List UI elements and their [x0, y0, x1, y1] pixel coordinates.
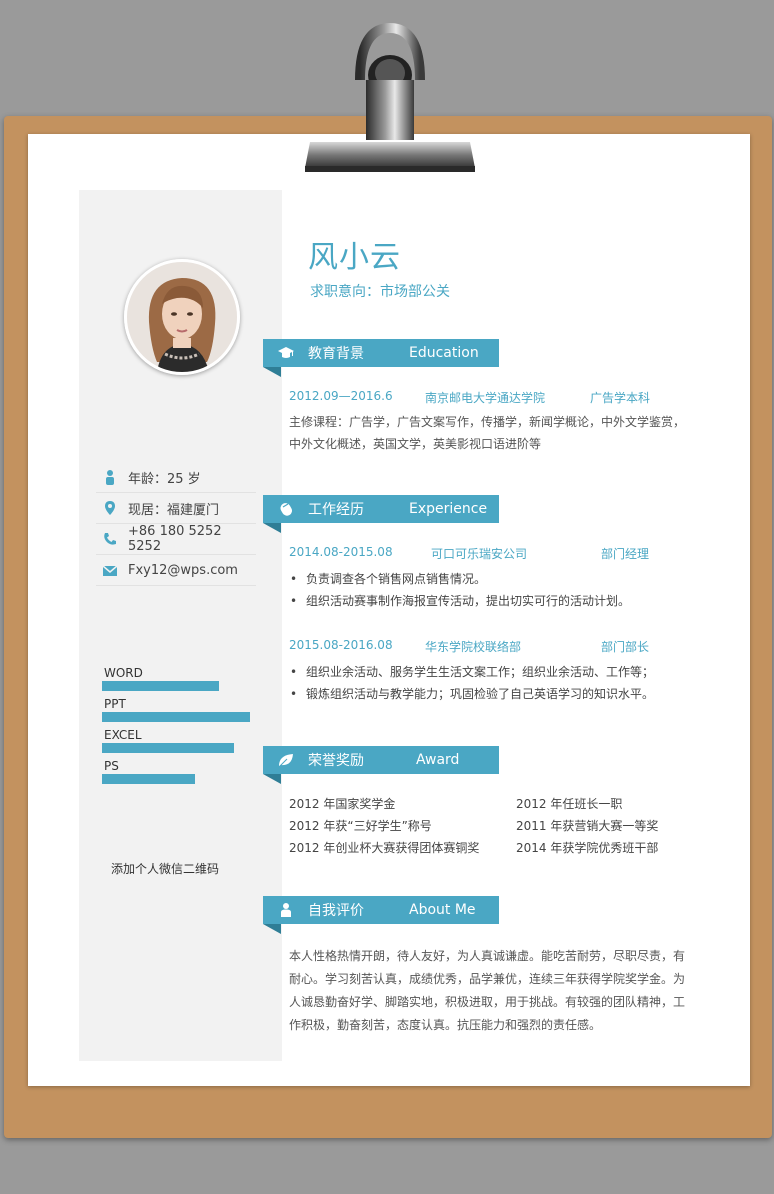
- skill-bar: [102, 712, 250, 722]
- list-item: 组织业余活动、服务学生生活文案工作；组织业余活动、工作等；: [290, 661, 654, 683]
- portrait-image: [127, 262, 237, 372]
- section-header-about: 自我评价 About Me: [263, 896, 499, 924]
- text-line: 本人性格热情开朗，待人友好，为人真诚谦虚。能吃苦耐劳，尽职尽责，有: [289, 949, 686, 963]
- text-line: 中外文化概述，英国文学，英美影视口语进阶等: [289, 437, 542, 451]
- contact-email[interactable]: Fxy12@wps.com: [96, 555, 256, 586]
- person-icon: [102, 469, 118, 485]
- skill-label: PPT: [104, 697, 126, 711]
- text-line: 耐心。学习刻苦认真，成绩优秀，品学兼优，连续三年获得学院奖学金。为: [289, 972, 686, 986]
- job-period: 2015.08-2016.08: [289, 638, 393, 652]
- list-item: 负责调查各个销售网点销售情况。: [290, 568, 630, 590]
- award-item: 2012 年创业杯大赛获得团体赛铜奖: [289, 841, 480, 855]
- skill-label: EXCEL: [104, 728, 142, 742]
- skill-bar: [102, 681, 219, 691]
- award-item: 2011 年获营销大赛一等奖: [516, 819, 659, 833]
- about-text: 本人性格热情开朗，待人友好，为人真诚谦虚。能吃苦耐劳，尽职尽责，有 耐心。学习刻…: [289, 945, 685, 1037]
- contact-text: +86 180 5252 5252: [128, 524, 222, 554]
- contact-text: Fxy12@wps.com: [128, 562, 238, 578]
- skill-label: PS: [104, 759, 119, 773]
- award-item: 2014 年获学院优秀班干部: [516, 841, 659, 855]
- text-line: 作积极，勤奋刻苦，态度认真。抗压能力和强烈的责任感。: [289, 1018, 602, 1032]
- job-bullets: 负责调查各个销售网点销售情况。 组织活动赛事制作海报宣传活动，提出切实可行的活动…: [290, 568, 630, 612]
- section-header-education: 教育背景 Education: [263, 339, 499, 367]
- qr-code-caption: 添加个人微信二维码: [111, 862, 220, 876]
- section-title-cn: 自我评价: [308, 903, 364, 919]
- contact-text: 现居：福建厦门: [128, 502, 220, 518]
- mail-icon: [102, 562, 118, 578]
- section-title-cn: 工作经历: [308, 502, 364, 518]
- edu-degree: 广告学本科: [590, 391, 651, 405]
- award-item: 2012 年获“三好学生”称号: [289, 819, 432, 833]
- award-item: 2012 年国家奖学金: [289, 797, 396, 811]
- text-line: 主修课程：广告学，广告文案写作，传播学，新闻学概论，中外文学鉴赏，: [289, 415, 686, 429]
- contact-age: 年龄：25 岁: [96, 462, 256, 493]
- location-pin-icon: [102, 500, 118, 516]
- job-role: 部门经理: [601, 547, 650, 561]
- edu-courses: 主修课程：广告学，广告文案写作，传播学，新闻学概论，中外文学鉴赏， 中外文化概述…: [289, 411, 685, 455]
- edu-period: 2012.09—2016.6: [289, 389, 393, 403]
- graduation-cap-icon: [278, 347, 294, 358]
- binder-clip-icon: [305, 22, 475, 172]
- section-ribbon-fold: [263, 924, 281, 934]
- section-title-en: About Me: [409, 902, 476, 918]
- section-title-cn: 荣誉奖励: [308, 753, 364, 769]
- section-header-experience: 工作经历 Experience: [263, 495, 499, 523]
- job-role: 部门部长: [601, 640, 650, 654]
- section-title-en: Award: [416, 752, 460, 768]
- section-title-en: Education: [409, 345, 479, 361]
- person-icon: [281, 903, 291, 917]
- section-title-en: Experience: [409, 501, 488, 517]
- skill-label: WORD: [104, 666, 143, 680]
- profile-avatar: [124, 259, 240, 375]
- candidate-name: 风小云: [308, 240, 401, 275]
- section-header-award: 荣誉奖励 Award: [263, 746, 499, 774]
- job-intent: 求职意向：市场部公关: [310, 284, 450, 300]
- phone-icon: [102, 531, 118, 547]
- contact-location: 现居：福建厦门: [96, 493, 256, 524]
- list-item: 锻炼组织活动与教学能力；巩固检验了自己英语学习的知识水平。: [290, 683, 654, 705]
- job-org: 华东学院校联络部: [425, 640, 522, 654]
- mouse-icon: [280, 503, 292, 516]
- edu-school: 南京邮电大学通达学院: [425, 391, 546, 405]
- skill-bar: [102, 743, 234, 753]
- skill-bar: [102, 774, 195, 784]
- award-item: 2012 年任班长一职: [516, 797, 623, 811]
- list-item: 组织活动赛事制作海报宣传活动，提出切实可行的活动计划。: [290, 590, 630, 612]
- section-title-cn: 教育背景: [308, 346, 364, 362]
- section-ribbon-fold: [263, 774, 281, 784]
- text-line: 人诚恳勤奋好学、脚踏实地，积极进取，用于挑战。有较强的团队精神，工: [289, 995, 686, 1009]
- section-ribbon-fold: [263, 523, 281, 533]
- leaf-icon: [278, 754, 293, 768]
- contact-phone[interactable]: +86 180 5252 5252: [96, 524, 256, 555]
- job-bullets: 组织业余活动、服务学生生活文案工作；组织业余活动、工作等； 锻炼组织活动与教学能…: [290, 661, 654, 705]
- job-org: 可口可乐瑞安公司: [431, 547, 528, 561]
- job-period: 2014.08-2015.08: [289, 545, 393, 559]
- contact-text: 年龄：25 岁: [128, 471, 201, 487]
- section-ribbon-fold: [263, 367, 281, 377]
